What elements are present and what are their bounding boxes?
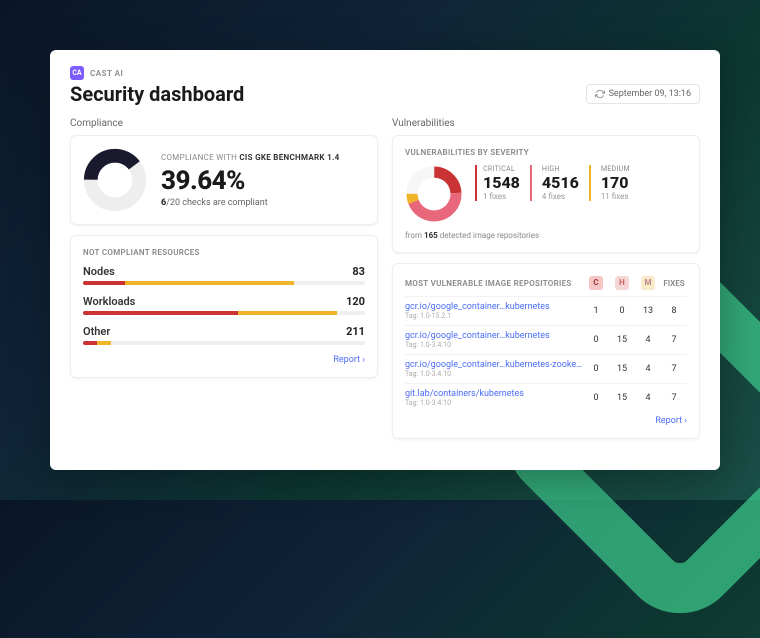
- cell-value: 0: [583, 364, 609, 374]
- cell-value: 8: [661, 306, 687, 316]
- table-row[interactable]: gcr.io/google_container…kubernetesTag: 1…: [405, 296, 687, 325]
- noncompliant-resources-card: NOT COMPLIANT RESOURCES Nodes 83 Workloads…: [70, 235, 378, 378]
- cell-value: 4: [635, 335, 661, 345]
- compliance-column: Compliance COMPLIANCE WITH CIS GKE BENCH…: [70, 118, 378, 449]
- cell-value: 7: [661, 393, 687, 403]
- table-row[interactable]: gcr.io/google_container…kubernetesTag: 1…: [405, 325, 687, 354]
- severity-stat: MEDIUM17011 fixes: [589, 165, 640, 201]
- dashboard-panel: CA CAST AI Security dashboard September …: [50, 50, 720, 470]
- resource-value: 83: [352, 265, 365, 278]
- compliance-percent: 39.64%: [161, 166, 340, 196]
- severity-stat: CRITICAL15481 fixes: [475, 165, 530, 201]
- cell-value: 15: [609, 393, 635, 403]
- severity-badge: M: [641, 276, 655, 290]
- cell-value: 13: [635, 306, 661, 316]
- resource-value: 211: [346, 325, 365, 338]
- repo-name[interactable]: gcr.io/google_container…kubernetes-zooke…: [405, 360, 583, 370]
- compliance-heading: COMPLIANCE WITH CIS GKE BENCHMARK 1.4: [161, 153, 340, 162]
- severity-count: 4516: [542, 173, 579, 192]
- cell-value: 4: [635, 393, 661, 403]
- vulnerable-repos-card: MOST VULNERABLE IMAGE REPOSITORIES CHM F…: [392, 263, 700, 439]
- cell-value: 7: [661, 364, 687, 374]
- cell-value: 15: [609, 335, 635, 345]
- vulnerabilities-note: from 165 detected image repositories: [405, 231, 687, 240]
- noncompliant-heading: NOT COMPLIANT RESOURCES: [83, 248, 365, 257]
- cell-value: 7: [661, 335, 687, 345]
- repo-tag: Tag: 1.0-3.4.10: [405, 399, 583, 407]
- resource-name: Other: [83, 325, 110, 338]
- severity-label: HIGH: [542, 165, 579, 173]
- severity-count: 1548: [483, 173, 520, 192]
- vulnerabilities-section-label: Vulnerabilities: [392, 118, 700, 129]
- resource-row: Workloads 120: [83, 295, 365, 315]
- compliance-section-label: Compliance: [70, 118, 378, 129]
- vulnerabilities-heading: VULNERABILITIES BY SEVERITY: [405, 148, 687, 157]
- vulnerabilities-report-link[interactable]: Report ›: [405, 416, 687, 426]
- resource-name: Workloads: [83, 295, 135, 308]
- cell-value: 0: [583, 393, 609, 403]
- severity-count: 170: [601, 173, 630, 192]
- cell-value: 4: [635, 364, 661, 374]
- resource-bar: [83, 311, 365, 315]
- cell-value: 1: [583, 306, 609, 316]
- cell-value: 0: [609, 306, 635, 316]
- repo-tag: Tag: 1.0-15.2.1: [405, 312, 583, 320]
- severity-donut-icon: [405, 165, 463, 223]
- severity-stat: HIGH45164 fixes: [530, 165, 589, 201]
- timestamp-text: September 09, 13:16: [609, 89, 691, 99]
- resource-value: 120: [346, 295, 365, 308]
- table-heading: MOST VULNERABLE IMAGE REPOSITORIES: [405, 279, 583, 288]
- vulnerabilities-column: Vulnerabilities VULNERABILITIES BY SEVER…: [392, 118, 700, 449]
- severity-label: MEDIUM: [601, 165, 630, 173]
- compliance-donut-icon: [83, 148, 147, 212]
- table-row[interactable]: git.lab/containers/kubernetesTag: 1.0-3.…: [405, 383, 687, 412]
- table-row[interactable]: gcr.io/google_container…kubernetes-zooke…: [405, 354, 687, 383]
- severity-fixes: 11 fixes: [601, 192, 630, 201]
- page-title: Security dashboard: [70, 82, 244, 106]
- cell-value: 0: [583, 335, 609, 345]
- vulnerabilities-severity-card: VULNERABILITIES BY SEVERITY CRITICAL1548…: [392, 135, 700, 253]
- severity-badge: C: [589, 276, 603, 290]
- resource-bar: [83, 281, 365, 285]
- compliance-score-card: COMPLIANCE WITH CIS GKE BENCHMARK 1.4 39…: [70, 135, 378, 225]
- severity-label: CRITICAL: [483, 165, 520, 173]
- severity-fixes: 1 fixes: [483, 192, 520, 201]
- refresh-timestamp[interactable]: September 09, 13:16: [586, 84, 700, 104]
- resource-name: Nodes: [83, 265, 115, 278]
- refresh-icon: [595, 89, 605, 99]
- severity-fixes: 4 fixes: [542, 192, 579, 201]
- repo-name[interactable]: git.lab/containers/kubernetes: [405, 389, 583, 399]
- repo-tag: Tag: 1.0-3.4.10: [405, 341, 583, 349]
- repo-tag: Tag: 1.0-3.4.10: [405, 370, 583, 378]
- repo-name[interactable]: gcr.io/google_container…kubernetes: [405, 331, 583, 341]
- fixes-column-header: FIXES: [661, 279, 687, 288]
- brand-name: CAST AI: [90, 69, 123, 78]
- resource-row: Other 211: [83, 325, 365, 345]
- resource-row: Nodes 83: [83, 265, 365, 285]
- repo-name[interactable]: gcr.io/google_container…kubernetes: [405, 302, 583, 312]
- compliance-report-link[interactable]: Report ›: [83, 355, 365, 365]
- brand-logo: CA: [70, 66, 84, 80]
- cell-value: 15: [609, 364, 635, 374]
- compliance-checks: 6/20 checks are compliant: [161, 198, 340, 208]
- resource-bar: [83, 341, 365, 345]
- severity-badge: H: [615, 276, 629, 290]
